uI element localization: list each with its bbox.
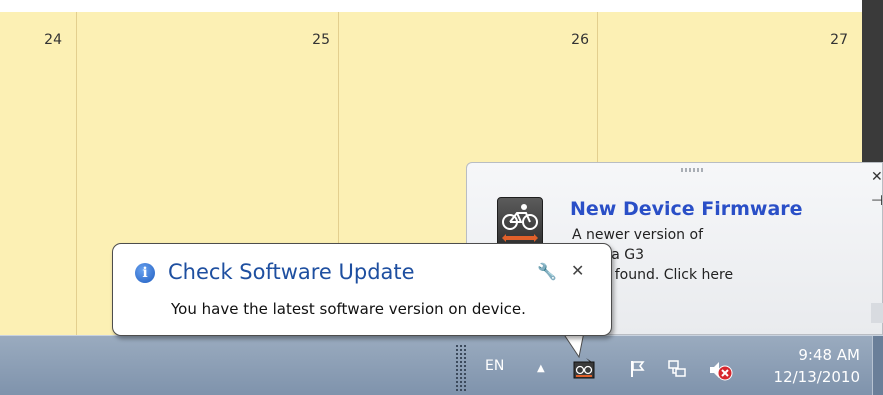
language-indicator[interactable]: EN bbox=[485, 358, 504, 374]
scroll-handle[interactable] bbox=[871, 303, 883, 323]
notification-title[interactable]: New Device Firmware bbox=[570, 198, 803, 220]
bike-icon bbox=[497, 197, 543, 249]
balloon-title: Check Software Update bbox=[168, 260, 415, 284]
taskbar-grip[interactable] bbox=[455, 344, 467, 392]
close-icon[interactable]: ✕ bbox=[571, 261, 584, 280]
clock-time: 9:48 AM bbox=[798, 346, 860, 364]
balloon-message: You have the latest software version on … bbox=[171, 300, 526, 318]
volume-muted-icon[interactable] bbox=[708, 358, 736, 382]
software-update-balloon[interactable]: i Check Software Update You have the lat… bbox=[112, 243, 612, 336]
clock-date: 12/13/2010 bbox=[773, 368, 860, 386]
drag-grip[interactable] bbox=[681, 168, 703, 172]
day-number: 26 bbox=[571, 32, 589, 48]
day-number: 24 bbox=[44, 32, 62, 48]
day-number: 25 bbox=[312, 32, 330, 48]
network-icon[interactable] bbox=[666, 358, 688, 380]
pin-icon[interactable]: ⊣ bbox=[871, 193, 883, 209]
show-desktop-button[interactable] bbox=[872, 336, 883, 395]
day-number: 27 bbox=[830, 32, 848, 48]
chevron-up-icon[interactable]: ▲ bbox=[537, 363, 545, 374]
calendar-header-strip bbox=[0, 0, 862, 12]
info-icon: i bbox=[135, 263, 155, 283]
system-clock[interactable]: 9:48 AM 12/13/2010 bbox=[760, 344, 860, 388]
taskbar: EN ▲ 9:48 AM 12/13/2010 bbox=[0, 335, 883, 395]
wrench-icon[interactable]: 🔧 bbox=[537, 262, 557, 281]
close-icon[interactable]: ✕ bbox=[871, 169, 883, 185]
action-center-flag-icon[interactable] bbox=[627, 358, 649, 380]
calendar-day-cell[interactable]: 24 bbox=[0, 12, 76, 335]
